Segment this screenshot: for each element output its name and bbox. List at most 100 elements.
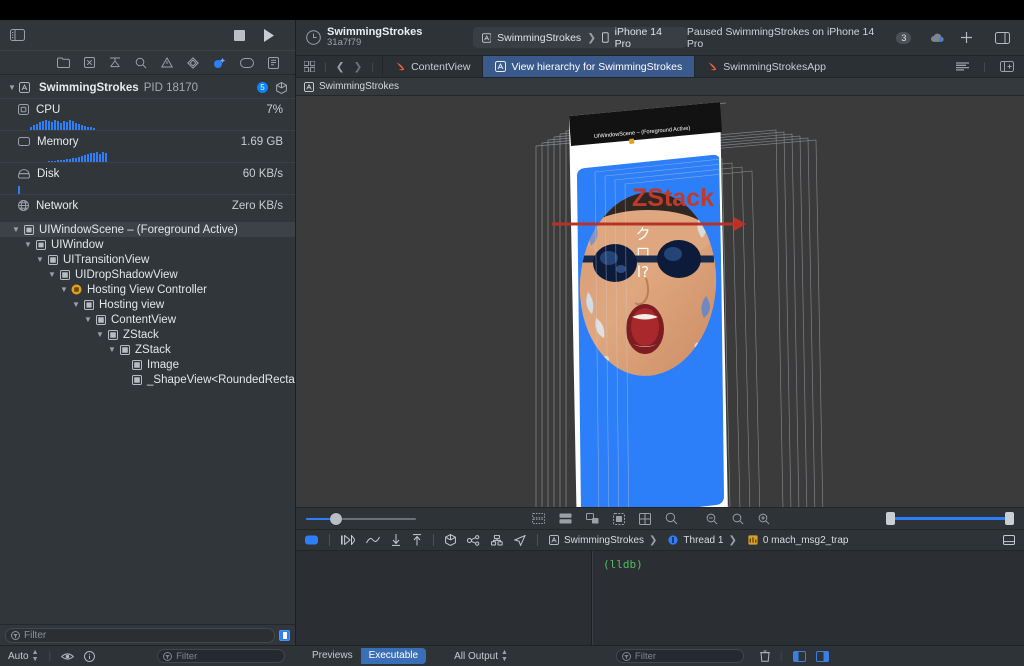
navigator-filter-input[interactable]: Filter [5, 628, 275, 643]
warning-icon[interactable] [161, 57, 173, 68]
sidebar-toggle-icon[interactable] [10, 29, 25, 41]
console-pane-icon[interactable] [816, 651, 829, 662]
zoom-actual-icon[interactable] [732, 513, 744, 525]
tree-row[interactable]: ▼ UIDropShadowView [0, 267, 295, 282]
console-output[interactable]: (lldb) [592, 551, 1024, 645]
layer-spacing-slider[interactable] [306, 513, 416, 525]
cloud-icon [931, 33, 946, 43]
gauge-network[interactable]: Network Zero KB/s [0, 194, 295, 216]
variables-pane-icon[interactable] [793, 651, 806, 662]
tree-row[interactable]: ▼ UITransitionView [0, 252, 295, 267]
zoom-fit-icon[interactable] [665, 512, 678, 525]
capsule-icon[interactable] [240, 58, 254, 68]
kanji-3: l? [637, 263, 649, 281]
chevron-down-icon[interactable]: ▼ [34, 255, 46, 264]
output-scope-label: All Output [454, 651, 498, 662]
preview-executable-segmented[interactable]: Previews Executable [304, 648, 426, 664]
process-row[interactable]: ▼ SwimmingStrokes PID 18170 5 [0, 77, 295, 98]
zoom-in-icon[interactable] [758, 513, 770, 525]
search-icon[interactable] [135, 57, 147, 69]
memory-graph-icon[interactable] [276, 82, 287, 94]
gauge-memory[interactable]: Memory 1.69 GB [0, 130, 295, 162]
add-icon[interactable] [960, 31, 973, 44]
gauge-disk[interactable]: Disk 60 KB/s [0, 162, 295, 194]
debug-gauge-icon[interactable] [213, 57, 226, 69]
chevron-down-icon[interactable]: ▼ [6, 83, 18, 92]
tree-row[interactable]: ▼ Hosting View Controller [0, 282, 295, 297]
zoom-out-icon[interactable] [706, 513, 718, 525]
segment-previews[interactable]: Previews [304, 648, 361, 664]
segment-executable[interactable]: Executable [361, 648, 426, 664]
step-up-icon[interactable] [412, 534, 422, 546]
show-clipped-content-icon[interactable] [532, 513, 545, 524]
destination-selector[interactable]: SwimmingStrokes ❯ iPhone 14 Pro [473, 27, 687, 48]
console-filter-input[interactable]: Filter [616, 649, 744, 663]
inspector-toggle-icon[interactable] [995, 32, 1010, 44]
chevron-down-icon[interactable]: ▼ [46, 270, 58, 279]
issue-icon[interactable] [84, 57, 95, 68]
trash-icon[interactable] [760, 650, 770, 662]
step-into-icon[interactable] [366, 535, 380, 545]
tab-contentview[interactable]: ContentView [382, 56, 482, 77]
canvas-zoom-buttons [706, 513, 770, 525]
tree-row[interactable]: ▼ ZStack [0, 327, 295, 342]
navigator-filter-bar: Filter [0, 624, 295, 645]
chevron-down-icon[interactable]: ▼ [58, 285, 70, 294]
forward-icon[interactable]: ❯ [354, 61, 363, 73]
tree-row[interactable]: ▼ ContentView [0, 312, 295, 327]
test-icon[interactable] [109, 57, 121, 68]
step-out-icon[interactable] [391, 534, 401, 546]
variables-view[interactable] [296, 551, 592, 645]
folder-icon[interactable] [57, 57, 70, 68]
tab-label: ContentView [411, 61, 470, 73]
variables-filter-input[interactable]: Filter [157, 649, 285, 663]
scope-popup[interactable]: Auto ▲▼ [8, 649, 39, 663]
tab-view-hierarchy[interactable]: View hierarchy for SwimmingStrokes [482, 56, 694, 77]
step-over-icon[interactable] [341, 535, 355, 545]
device-bezels-icon[interactable] [613, 513, 625, 525]
tree-row[interactable]: ▼ Hosting view [0, 297, 295, 312]
location-icon[interactable] [514, 535, 526, 546]
report-icon[interactable] [268, 57, 279, 69]
tree-row[interactable]: ▼ UIWindowScene – (Foreground Active) [0, 222, 295, 237]
view-hierarchy-canvas[interactable]: UIWindowScene – (Foreground Active) Host… [296, 96, 1024, 507]
eye-icon[interactable] [61, 652, 74, 661]
chevron-down-icon[interactable]: ▼ [22, 240, 34, 249]
stop-icon[interactable] [234, 30, 245, 41]
chevron-down-icon[interactable]: ▼ [10, 225, 22, 234]
breadcrumb[interactable]: SwimmingStrokes [296, 78, 1024, 96]
console-toggle-icon[interactable] [1003, 535, 1015, 545]
debug-crumb-thread[interactable]: Thread 1 ❯ [668, 535, 736, 546]
back-icon[interactable]: ❮ [336, 61, 345, 73]
tab-swimmingstrokesapp[interactable]: SwimmingStrokesApp [694, 56, 838, 77]
tree-row[interactable]: ▼ ZStack [0, 342, 295, 357]
debug-crumb-target[interactable]: SwimmingStrokes ❯ [549, 535, 657, 546]
scheme-block[interactable]: SwimmingStrokes 31a7f79 [296, 26, 473, 50]
view-hierarchy-icon[interactable] [491, 535, 503, 546]
tree-row[interactable]: Image [0, 357, 295, 372]
grid-icon[interactable] [639, 513, 651, 525]
gauge-cpu[interactable]: CPU 7% [0, 98, 295, 130]
filter-scope-icon[interactable] [279, 630, 290, 641]
show-constraints-icon[interactable] [559, 513, 572, 524]
output-scope-popup[interactable]: All Output ▲▼ [454, 649, 508, 663]
info-icon[interactable] [84, 651, 95, 662]
chevron-down-icon[interactable]: ▼ [94, 330, 106, 339]
view-debug-icon[interactable] [467, 535, 480, 546]
app-icon [18, 82, 31, 93]
memory-graph-icon[interactable] [445, 534, 456, 546]
chevron-down-icon[interactable]: ▼ [82, 315, 94, 324]
tree-row[interactable]: ▼ UIWindow [0, 237, 295, 252]
orientation-icon[interactable] [586, 513, 599, 524]
continue-icon[interactable] [305, 535, 318, 545]
chevron-down-icon[interactable]: ▼ [106, 345, 118, 354]
layer-range-slider[interactable] [886, 513, 1014, 525]
run-icon[interactable] [263, 29, 275, 42]
assistant-editor-icon[interactable] [1000, 61, 1014, 72]
chevron-down-icon[interactable]: ▼ [70, 300, 82, 309]
tree-row[interactable]: _ShapeView<RoundedRectangle, C… [0, 372, 295, 387]
grid-view-icon[interactable] [304, 61, 315, 72]
debug-crumb-frame[interactable]: 0 mach_msg2_trap [748, 535, 849, 546]
minimap-icon[interactable] [956, 62, 969, 72]
breakpoint-icon[interactable] [187, 57, 199, 69]
